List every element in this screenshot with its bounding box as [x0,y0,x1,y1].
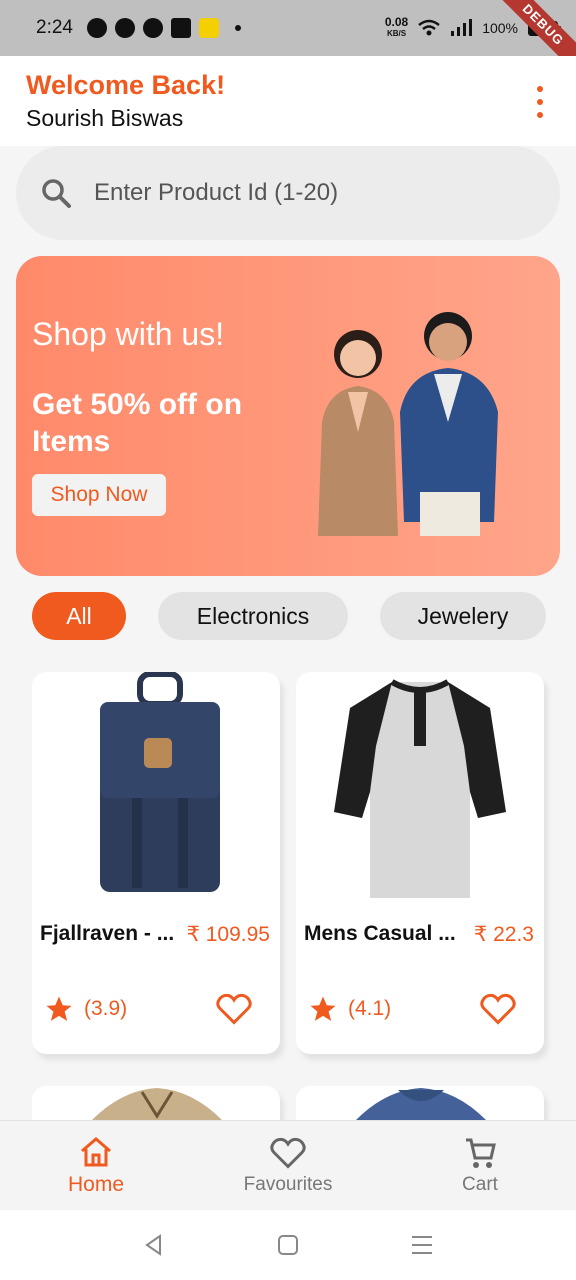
banner-models-image [318,312,498,536]
status-time: 2:24 [36,17,73,38]
whatsapp-icon [86,18,107,38]
promo-banner: Shop with us! Get 50% off on Items Shop … [16,256,560,576]
nav-home[interactable]: Home [0,1121,192,1210]
heart-icon [270,1137,306,1169]
product-rating: (3.9) [44,994,127,1024]
app-icon [142,18,163,38]
telegram-icon [114,18,135,38]
network-speed-value: 0.08 [384,15,409,29]
linkedin-icon [170,18,191,38]
more-vertical-icon[interactable] [532,86,548,118]
star-icon [310,996,336,1021]
rating-value: (4.1) [348,997,392,1020]
rating-value: (3.9) [84,997,128,1020]
nav-favourites-label: Favourites [243,1173,333,1195]
nav-cart-label: Cart [462,1173,498,1195]
product-rating: (4.1) [308,994,391,1024]
user-name: Sourish Biswas [26,105,184,131]
star-icon [46,996,72,1021]
status-bar: 2:24 0.08 KB/S 100% DEBUG [0,0,576,79]
tshirt-image [356,1088,486,1120]
category-chip-all[interactable]: All [32,592,126,640]
category-chip-electronics[interactable]: Electronics [158,592,348,640]
battery-percent: 100% [482,20,518,36]
wifi-icon [418,19,440,36]
banner-offer: Get 50% off on Items [32,388,243,458]
search-icon [42,179,71,208]
category-chip-jewelery[interactable]: Jewelery [380,592,546,640]
favourite-heart-icon[interactable] [480,992,516,1026]
search-bar[interactable] [16,146,560,240]
app-header: Welcome Back! Sourish Biswas [0,56,576,146]
product-price: ₹ 109.95 [186,923,270,946]
product-title: Fjallraven - ... [40,922,175,945]
product-card[interactable]: Mens Casual ... ₹ 22.3 (4.1) [296,672,544,1054]
backpack-image [100,672,220,892]
product-card[interactable]: Fjallraven - ... ₹ 109.95 (3.9) [32,672,280,1054]
nav-favourites[interactable]: Favourites [192,1121,384,1210]
jacket-image [92,1088,222,1120]
shop-now-button[interactable]: Shop Now [32,474,166,516]
notification-icons [86,18,241,38]
system-navigation [0,1210,576,1280]
back-icon[interactable] [142,1233,166,1257]
banner-tagline: Shop with us! [32,316,225,352]
product-title: Mens Casual ... [304,922,456,945]
app-badge-icon [198,18,219,38]
signal-icon [451,19,473,36]
category-filter: All Electronics Jewelery [32,592,562,642]
network-speed-unit: KB/S [386,29,407,38]
nav-home-label: Home [67,1172,125,1196]
favourite-heart-icon[interactable] [216,992,252,1026]
product-price: ₹ 22.3 [473,923,534,946]
bottom-navigation: Home Favourites Cart [0,1120,576,1210]
network-speed: 0.08 KB/S [384,15,409,39]
nav-cart[interactable]: Cart [384,1121,576,1210]
search-input[interactable] [94,179,534,207]
home-icon [81,1136,111,1166]
more-notifications-icon [234,25,241,31]
cart-icon [466,1138,496,1168]
recents-icon[interactable] [410,1233,434,1257]
home-button-icon[interactable] [276,1233,300,1257]
welcome-title: Welcome Back! [26,70,226,100]
shirt-image [334,679,506,898]
